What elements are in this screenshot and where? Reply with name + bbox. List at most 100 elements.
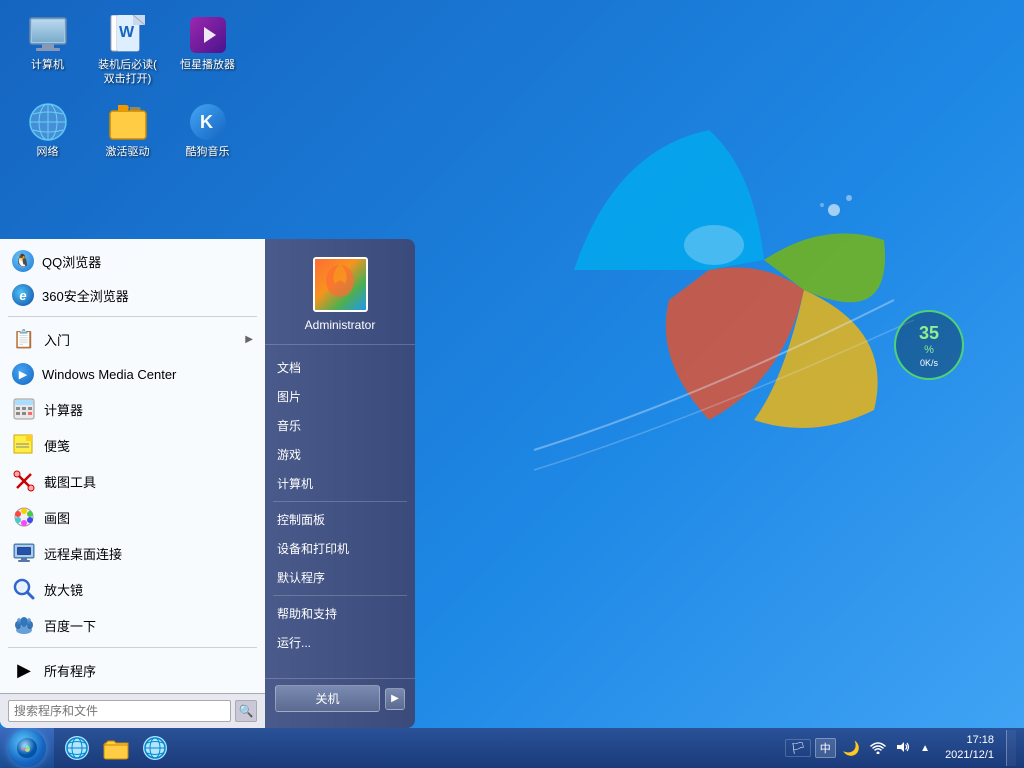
taskbar-icon-explorer[interactable] [98, 730, 134, 766]
start-menu-right: Administrator 文档 图片 音乐 游戏 计算机 控制面板 设备和打印… [265, 239, 415, 728]
right-menu-default-programs[interactable]: 默认程序 [265, 563, 415, 592]
right-menu-pictures[interactable]: 图片 [265, 382, 415, 411]
menu-item-360-browser[interactable]: e 360安全浏览器 [0, 278, 265, 312]
network-label: 网络 [37, 145, 59, 159]
snip-label: 截图工具 [44, 472, 96, 491]
username: Administrator [305, 318, 376, 332]
desktop-icons: 计算机 W 装机后必读(双击打开) [10, 10, 245, 164]
right-menu-documents[interactable]: 文档 [265, 353, 415, 382]
word-label: 装机后必读(双击打开) [98, 58, 157, 87]
svg-text:K: K [200, 112, 213, 132]
all-programs-icon: ▶ [12, 658, 36, 682]
show-desktop-button[interactable] [1006, 730, 1016, 766]
desktop-icon-network[interactable]: 网络 [10, 97, 85, 164]
start-button[interactable] [0, 728, 54, 768]
speed-pct-symbol: % [924, 344, 934, 356]
right-menu-run[interactable]: 运行... [265, 628, 415, 657]
qqmusic-label: 酷狗音乐 [186, 145, 230, 159]
flag-tray-icon: 🏳 [790, 741, 805, 755]
intro-arrow: ▶ [245, 334, 253, 345]
clock-time: 17:18 [945, 733, 994, 748]
rdp-icon [12, 541, 36, 565]
right-menu-music[interactable]: 音乐 [265, 411, 415, 440]
menu-item-qq-browser[interactable]: 🐧 QQ浏览器 [0, 244, 265, 278]
speed-widget: 35 % 0K/s [894, 310, 964, 380]
network-icon [28, 102, 68, 142]
menu-item-calc[interactable]: 计算器 [0, 391, 265, 427]
menu-divider-2 [8, 647, 257, 648]
desktop-icon-qqmusic[interactable]: K 酷狗音乐 [170, 97, 245, 164]
qqmusic-icon: K [188, 102, 228, 142]
baidu-icon [12, 613, 36, 637]
shutdown-button[interactable]: 关机 [275, 685, 380, 712]
start-menu-left: 🐧 QQ浏览器 e 360安全浏览器 📋 入门 ▶ ▶ [0, 239, 265, 728]
desktop-icon-computer[interactable]: 计算机 [10, 10, 85, 92]
desktop-icon-word[interactable]: W 装机后必读(双击打开) [90, 10, 165, 92]
menu-item-baidu[interactable]: 百度一下 [0, 607, 265, 643]
network-tray-icon[interactable] [867, 738, 889, 759]
menu-item-paint[interactable]: 画图 [0, 499, 265, 535]
taskbar-right: 🏳 中 🌙 [785, 730, 1024, 766]
taskbar: 🏳 中 🌙 [0, 728, 1024, 768]
menu-divider-1 [8, 316, 257, 317]
menu-item-sticky[interactable]: 便笺 [0, 427, 265, 463]
menu-item-magnifier[interactable]: 放大镜 [0, 571, 265, 607]
computer-icon [28, 15, 68, 55]
menu-item-rdp[interactable]: 远程桌面连接 [0, 535, 265, 571]
user-section: Administrator [265, 249, 415, 345]
sticky-icon [12, 433, 36, 457]
volume-tray-icon[interactable] [893, 738, 913, 759]
menu-item-all-programs[interactable]: ▶ 所有程序 [0, 652, 265, 688]
svg-text:W: W [119, 24, 135, 41]
computer-label: 计算机 [31, 58, 64, 72]
right-menu-games[interactable]: 游戏 [265, 440, 415, 469]
user-avatar[interactable] [313, 257, 368, 312]
wmc-label: Windows Media Center [42, 367, 176, 382]
wmc-icon: ▶ [12, 363, 34, 385]
tray-expand-icon[interactable]: ▲ [917, 741, 933, 756]
speed-percent: 35 [919, 323, 939, 344]
qq-browser-label: QQ浏览器 [42, 252, 101, 271]
right-menu-devices[interactable]: 设备和打印机 [265, 534, 415, 563]
icon-row-2: 网络 激活驱动 [10, 97, 245, 164]
activate-icon [108, 102, 148, 142]
menu-item-intro[interactable]: 📋 入门 ▶ [0, 321, 265, 357]
paint-icon [12, 505, 36, 529]
taskbar-items [54, 730, 785, 766]
sticky-label: 便笺 [44, 436, 70, 455]
start-orb [8, 729, 46, 767]
notification-area[interactable]: 🏳 [785, 739, 810, 757]
search-input[interactable] [8, 700, 231, 722]
word-icon: W [108, 15, 148, 55]
shutdown-arrow-button[interactable]: ▶ [385, 688, 405, 710]
calc-label: 计算器 [44, 400, 83, 419]
start-menu-items: 🐧 QQ浏览器 e 360安全浏览器 📋 入门 ▶ ▶ [0, 239, 265, 693]
right-divider-2 [273, 595, 407, 596]
clock-date: 2021/12/1 [945, 748, 994, 763]
windows-logo [494, 50, 924, 505]
icon-row-1: 计算机 W 装机后必读(双击打开) [10, 10, 245, 92]
taskbar-icon-ie2[interactable] [137, 730, 173, 766]
desktop: 35 % 0K/s [0, 0, 1024, 768]
search-button[interactable]: 🔍 [235, 700, 257, 722]
system-clock[interactable]: 17:18 2021/12/1 [937, 733, 1002, 764]
all-programs-label: 所有程序 [44, 661, 96, 680]
desktop-icon-player[interactable]: 恒星播放器 [170, 10, 245, 92]
lang-button[interactable]: 中 [815, 738, 836, 758]
right-menu-help[interactable]: 帮助和支持 [265, 599, 415, 628]
snip-icon [12, 469, 36, 493]
taskbar-icon-ie[interactable] [59, 730, 95, 766]
magnifier-icon [12, 577, 36, 601]
intro-icon: 📋 [12, 327, 36, 351]
moon-tray-icon[interactable]: 🌙 [840, 738, 863, 759]
menu-item-snip[interactable]: 截图工具 [0, 463, 265, 499]
desktop-icon-activate[interactable]: 激活驱动 [90, 97, 165, 164]
right-menu-control-panel[interactable]: 控制面板 [265, 505, 415, 534]
player-label: 恒星播放器 [180, 58, 235, 72]
magnifier-label: 放大镜 [44, 580, 83, 599]
menu-item-wmc[interactable]: ▶ Windows Media Center [0, 357, 265, 391]
rdp-label: 远程桌面连接 [44, 544, 122, 563]
right-menu-computer[interactable]: 计算机 [265, 469, 415, 498]
baidu-label: 百度一下 [44, 616, 96, 635]
shutdown-area: 关机 ▶ [265, 678, 415, 718]
